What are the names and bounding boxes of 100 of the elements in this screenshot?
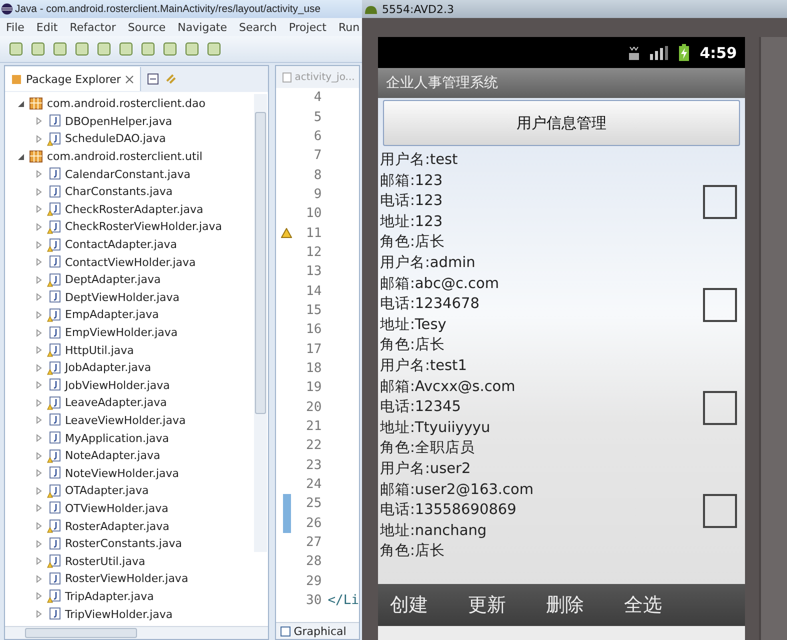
user-detail-text: 邮箱:Avcxx@s.com: [380, 378, 516, 397]
tree-item[interactable]: ScheduleDAO.java: [5, 130, 268, 148]
menu-item[interactable]: Project: [288, 20, 326, 34]
collapsed-triangle-icon[interactable]: [35, 486, 43, 495]
collapsed-triangle-icon[interactable]: [35, 310, 43, 319]
tree-item[interactable]: CheckRosterViewHolder.java: [5, 218, 268, 236]
tree-item[interactable]: com.android.rosterclient.dao: [5, 95, 268, 113]
collapsed-triangle-icon[interactable]: [35, 574, 43, 583]
tree-item[interactable]: TripViewHolder.java: [5, 605, 268, 623]
collapsed-triangle-icon[interactable]: [35, 434, 43, 442]
collapsed-triangle-icon[interactable]: [35, 469, 43, 478]
collapsed-triangle-icon[interactable]: [35, 592, 43, 600]
collapsed-triangle-icon[interactable]: [35, 416, 43, 424]
collapsed-triangle-icon[interactable]: [35, 504, 43, 512]
checkbox[interactable]: [703, 184, 737, 218]
tree-item[interactable]: NoteViewHolder.java: [5, 464, 268, 482]
collapsed-triangle-icon[interactable]: [35, 540, 43, 548]
collapsed-triangle-icon[interactable]: [35, 522, 43, 530]
file-name: ScheduleDAO.java: [65, 132, 166, 146]
line-number: 4: [312, 90, 322, 106]
tree-item[interactable]: OTViewHolder.java: [5, 500, 268, 518]
collapsed-triangle-icon[interactable]: [35, 293, 43, 302]
checkbox[interactable]: [703, 494, 737, 528]
link-icon[interactable]: [164, 73, 177, 85]
line-number: 26: [305, 516, 322, 531]
tree-item[interactable]: DeptViewHolder.java: [5, 288, 268, 306]
tree-item[interactable]: com.android.rosterclient.util: [5, 148, 268, 166]
action-button[interactable]: 更新: [464, 592, 510, 618]
tree-item[interactable]: EmpAdapter.java: [5, 306, 268, 324]
collapsed-triangle-icon[interactable]: [35, 240, 43, 249]
checkbox[interactable]: [703, 288, 737, 322]
vertical-scrollbar[interactable]: [254, 94, 267, 552]
collapsed-triangle-icon[interactable]: [35, 188, 43, 196]
collapsed-triangle-icon[interactable]: [35, 117, 43, 126]
file-name: RosterAdapter.java: [65, 520, 170, 533]
user-management-button[interactable]: 用户信息管理: [383, 100, 740, 146]
expanded-triangle-icon[interactable]: [17, 100, 25, 108]
file-name: CheckRosterAdapter.java: [65, 202, 204, 216]
signal-icon: [650, 46, 668, 60]
tree-item[interactable]: RosterUtil.java: [5, 552, 268, 570]
tree-item[interactable]: CharConstants.java: [5, 182, 268, 201]
tree-item[interactable]: MyApplication.java: [5, 429, 268, 447]
menu-item[interactable]: Run: [338, 20, 360, 34]
tree-item[interactable]: EmpViewHolder.java: [5, 324, 268, 342]
menu-item[interactable]: Refactor: [70, 20, 116, 34]
collapsed-triangle-icon[interactable]: [35, 346, 43, 354]
file-name: JobAdapter.java: [65, 361, 152, 374]
tree-item[interactable]: DeptAdapter.java: [5, 270, 268, 289]
tree-item[interactable]: JobViewHolder.java: [5, 376, 268, 394]
tree-item[interactable]: TripAdapter.java: [5, 588, 268, 606]
user-detail-text: 电话:12345: [380, 398, 462, 418]
tree-item[interactable]: LeaveViewHolder.java: [5, 412, 268, 430]
collapsed-triangle-icon[interactable]: [35, 610, 43, 618]
tree-item[interactable]: RosterConstants.java: [5, 534, 268, 552]
android-head-icon: [364, 3, 378, 15]
collapsed-triangle-icon[interactable]: [35, 258, 43, 266]
checkbox[interactable]: [703, 390, 737, 424]
tree-item[interactable]: DBOpenHelper.java: [5, 112, 268, 130]
collapsed-triangle-icon[interactable]: [35, 364, 43, 372]
file-name: RosterViewHolder.java: [65, 572, 188, 586]
tree-item[interactable]: RosterAdapter.java: [5, 517, 268, 535]
menu-item[interactable]: Navigate: [178, 20, 228, 34]
tree-item[interactable]: LeaveAdapter.java: [5, 394, 268, 412]
editor-bottom-tab[interactable]: Graphical: [276, 622, 359, 639]
action-button[interactable]: 删除: [542, 592, 588, 618]
view-tab[interactable]: Package Explorer: [5, 67, 141, 91]
file-name: ContactViewHolder.java: [65, 256, 196, 269]
menu-item[interactable]: File: [6, 20, 24, 34]
tree-item[interactable]: CalendarConstant.java: [5, 165, 268, 183]
collapsed-triangle-icon[interactable]: [35, 276, 43, 284]
tree-item[interactable]: ContactViewHolder.java: [5, 253, 268, 271]
tree-item[interactable]: NoteAdapter.java: [5, 446, 268, 464]
collapsed-triangle-icon[interactable]: [35, 222, 43, 231]
tree-item[interactable]: ContactAdapter.java: [5, 236, 268, 254]
menu-item[interactable]: Edit: [36, 20, 58, 34]
code-text: </Li: [328, 593, 359, 608]
horizontal-scrollbar[interactable]: [5, 626, 268, 639]
collapsed-triangle-icon[interactable]: [35, 452, 43, 460]
collapsed-triangle-icon[interactable]: [35, 557, 43, 566]
collapsed-triangle-icon[interactable]: [35, 381, 43, 390]
menu-item[interactable]: Source: [128, 20, 166, 34]
tree-item[interactable]: HttpUtil.java: [5, 341, 268, 359]
collapse-all-icon[interactable]: [146, 73, 159, 85]
file-name: JobViewHolder.java: [65, 378, 170, 392]
user-detail-text: 地址:nanchang: [380, 522, 488, 541]
expanded-triangle-icon[interactable]: [17, 152, 25, 161]
collapsed-triangle-icon[interactable]: [35, 398, 43, 407]
collapsed-triangle-icon[interactable]: [35, 328, 43, 337]
tree-item[interactable]: OTAdapter.java: [5, 482, 268, 500]
tree-item[interactable]: CheckRosterAdapter.java: [5, 200, 268, 218]
collapsed-triangle-icon[interactable]: [35, 205, 43, 214]
action-button[interactable]: 全选: [620, 592, 666, 618]
tree-item[interactable]: JobAdapter.java: [5, 358, 268, 376]
close-icon[interactable]: [124, 74, 134, 84]
tree-item[interactable]: RosterViewHolder.java: [5, 570, 268, 588]
action-button[interactable]: 创建: [386, 592, 432, 618]
menu-item[interactable]: Search: [239, 20, 277, 34]
collapsed-triangle-icon[interactable]: [35, 170, 43, 178]
line-number: 20: [305, 400, 322, 415]
collapsed-triangle-icon[interactable]: [35, 134, 43, 143]
